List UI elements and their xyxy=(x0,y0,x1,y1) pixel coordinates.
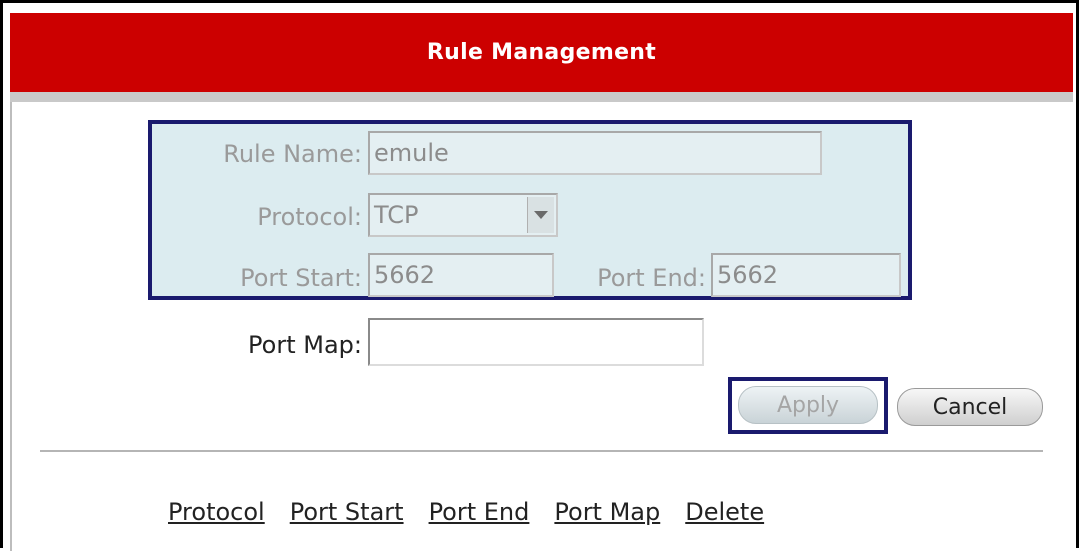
protocol-label: Protocol: xyxy=(257,203,362,231)
rule-name-label: Rule Name: xyxy=(223,140,362,168)
link-delete[interactable]: Delete xyxy=(685,498,764,538)
port-end-label: Port End: xyxy=(597,264,706,292)
rule-name-field[interactable]: emule xyxy=(368,131,822,175)
port-map-label: Port Map: xyxy=(248,331,362,359)
link-port-map[interactable]: Port Map xyxy=(554,498,660,538)
protocol-select-value: TCP xyxy=(374,201,419,229)
header-divider xyxy=(10,92,1073,102)
protocol-select[interactable]: TCP xyxy=(368,193,558,237)
chevron-down-icon[interactable] xyxy=(527,197,554,233)
link-port-end[interactable]: Port End xyxy=(429,498,530,538)
port-start-field[interactable]: 5662 xyxy=(368,253,554,297)
column-links: Protocol Port Start Port End Port Map De… xyxy=(168,498,764,538)
link-port-start[interactable]: Port Start xyxy=(290,498,404,538)
divider xyxy=(40,450,1043,452)
cancel-button[interactable]: Cancel xyxy=(897,388,1043,426)
port-end-field[interactable]: 5662 xyxy=(711,253,901,297)
highlight-box-apply xyxy=(728,377,888,434)
panel-edge xyxy=(10,102,12,551)
port-start-label: Port Start: xyxy=(240,264,362,292)
port-map-field[interactable] xyxy=(368,318,704,366)
link-protocol[interactable]: Protocol xyxy=(168,498,265,538)
page-title: Rule Management xyxy=(10,13,1073,92)
